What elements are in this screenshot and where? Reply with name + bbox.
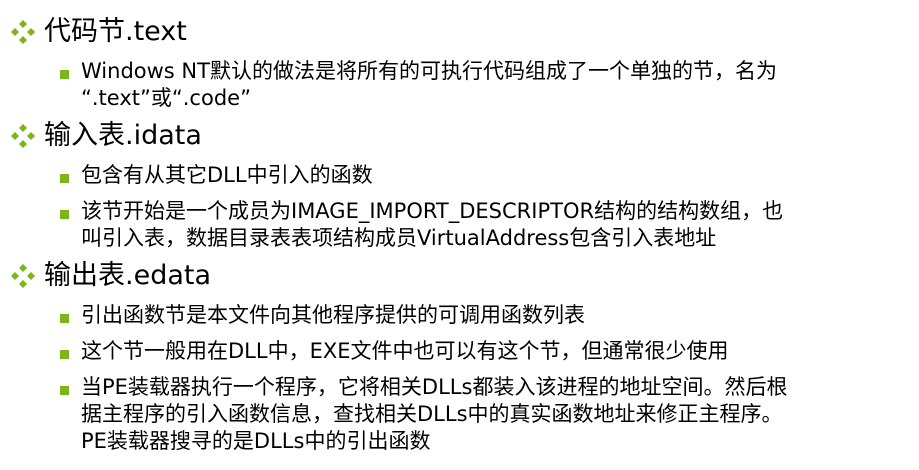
bullet-text: 引出函数节是本文件向其他程序提供的可调用函数列表 (81, 303, 585, 327)
section-title: 输出表.edata (44, 260, 212, 291)
square-bullet-icon (60, 174, 69, 183)
list-item: 包含有从其它DLL中引入的函数 (60, 162, 905, 189)
section-heading-edata: 输出表.edata (10, 256, 211, 296)
four-diamond-icon (11, 124, 35, 148)
bullet-text: 这个节一般用在DLL中，EXE文件中也可以有这个节，但通常很少使用 (81, 339, 729, 363)
list-item: 当PE装载器执行一个程序，它将相关DLLs都装入该进程的地址空间。然后根 据主程… (60, 374, 905, 455)
section-heading-idata: 输入表.idata (10, 116, 202, 156)
four-diamond-icon (11, 264, 35, 288)
list-item: 该节开始是一个成员为IMAGE_IMPORT_DESCRIPTOR结构的结构数组… (60, 198, 905, 252)
square-bullet-icon (60, 386, 69, 395)
section-title: 代码节.text (44, 16, 187, 47)
bullet-text: 包含有从其它DLL中引入的函数 (81, 163, 373, 187)
square-bullet-icon (60, 314, 69, 323)
slide: 代码节.text Windows NT默认的做法是将所有的可执行代码组成了一个单… (0, 0, 919, 470)
square-bullet-icon (60, 70, 69, 79)
bullet-text: 该节开始是一个成员为IMAGE_IMPORT_DESCRIPTOR结构的结构数组… (81, 199, 784, 250)
square-bullet-icon (60, 210, 69, 219)
bullet-text: 当PE装载器执行一个程序，它将相关DLLs都装入该进程的地址空间。然后根 据主程… (81, 375, 788, 453)
list-item: Windows NT默认的做法是将所有的可执行代码组成了一个单独的节，名为 “.… (60, 58, 905, 112)
four-diamond-icon (11, 20, 35, 44)
list-item: 这个节一般用在DLL中，EXE文件中也可以有这个节，但通常很少使用 (60, 338, 905, 365)
square-bullet-icon (60, 350, 69, 359)
section-title: 输入表.idata (44, 120, 202, 151)
bullet-text: Windows NT默认的做法是将所有的可执行代码组成了一个单独的节，名为 “.… (81, 59, 777, 110)
section-heading-text: 代码节.text (10, 12, 187, 52)
list-item: 引出函数节是本文件向其他程序提供的可调用函数列表 (60, 302, 905, 329)
